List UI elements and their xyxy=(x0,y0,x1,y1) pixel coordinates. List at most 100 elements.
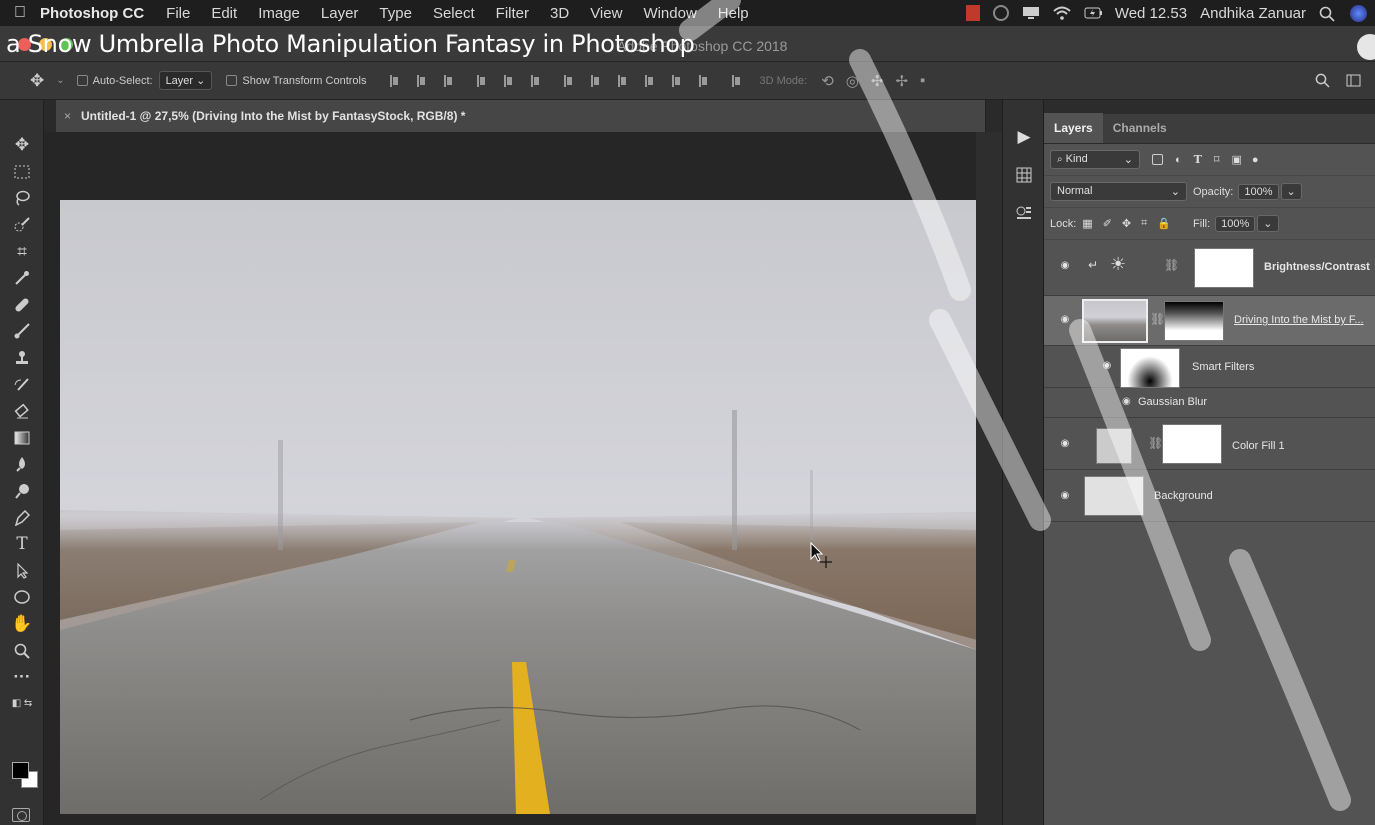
apple-menu-icon[interactable]:  xyxy=(0,4,40,22)
tab-channels[interactable]: Channels xyxy=(1103,121,1177,143)
layer-row-smart-filters[interactable]: ◉ Smart Filters xyxy=(1044,346,1375,388)
distribute-bottom-icon[interactable] xyxy=(616,74,627,88)
distribute-hcenter-icon[interactable] xyxy=(670,74,681,88)
lock-transparent-icon[interactable]: ▦ xyxy=(1082,217,1092,230)
visibility-eye-icon[interactable]: ◉ xyxy=(1122,396,1131,407)
blend-mode-dropdown[interactable]: Normal ⌄ xyxy=(1050,182,1187,201)
menu-file[interactable]: File xyxy=(166,5,190,22)
fill-field[interactable]: 100% xyxy=(1215,215,1256,232)
user-name[interactable]: Andhika Zanuar xyxy=(1200,5,1306,22)
menu-filter[interactable]: Filter xyxy=(496,5,529,22)
zoom-tool-icon[interactable] xyxy=(0,637,44,664)
opacity-slider-toggle[interactable]: ⌄ xyxy=(1280,183,1302,200)
lock-all-icon[interactable]: 🔒 xyxy=(1157,217,1171,230)
layer-name[interactable]: Color Fill 1 xyxy=(1232,440,1285,452)
quick-mask-icon[interactable] xyxy=(12,808,30,822)
marquee-tool-icon[interactable] xyxy=(0,159,44,186)
fill-slider-toggle[interactable]: ⌄ xyxy=(1257,215,1279,232)
grid-panel-icon[interactable] xyxy=(1003,156,1045,194)
document-canvas[interactable] xyxy=(60,200,977,814)
monitor-icon[interactable] xyxy=(1022,6,1040,20)
vertical-scrollbar[interactable] xyxy=(976,132,1002,825)
auto-select-dropdown[interactable]: Layer ⌄ xyxy=(158,71,213,90)
path-selection-tool-icon[interactable] xyxy=(0,558,44,585)
menu-3d[interactable]: 3D xyxy=(550,5,569,22)
mask-link-icon[interactable]: ⛓ xyxy=(1164,258,1179,272)
dodge-tool-icon[interactable] xyxy=(0,478,44,505)
layer-thumbnail[interactable] xyxy=(1082,299,1148,343)
quick-selection-tool-icon[interactable] xyxy=(0,212,44,239)
color-fill-thumbnail[interactable] xyxy=(1096,428,1132,464)
hand-tool-icon[interactable]: ✋ xyxy=(0,611,44,638)
layer-row-gaussian-blur[interactable]: ◉ Gaussian Blur xyxy=(1044,388,1375,418)
document-tab[interactable]: × Untitled-1 @ 27,5% (Driving Into the M… xyxy=(56,100,986,132)
filter-toggle-icon[interactable]: ● xyxy=(1252,154,1259,166)
align-bottom-icon[interactable] xyxy=(442,74,453,88)
wifi-icon[interactable] xyxy=(1053,6,1071,20)
pen-tool-icon[interactable] xyxy=(0,504,44,531)
tab-layers[interactable]: Layers xyxy=(1044,113,1103,143)
brush-tool-icon[interactable] xyxy=(0,318,44,345)
smart-filter-mask-thumbnail[interactable] xyxy=(1120,348,1180,388)
layer-name[interactable]: Brightness/Contrast xyxy=(1264,261,1370,273)
visibility-eye-icon[interactable]: ◉ xyxy=(1058,490,1072,501)
layer-name[interactable]: Gaussian Blur xyxy=(1138,396,1207,408)
align-top-icon[interactable] xyxy=(388,74,399,88)
visibility-eye-icon[interactable]: ◉ xyxy=(1100,360,1114,371)
show-transform-checkbox[interactable] xyxy=(226,75,238,86)
crop-tool-icon[interactable]: ⌗ xyxy=(0,238,44,265)
lasso-tool-icon[interactable] xyxy=(0,185,44,212)
layer-name[interactable]: Driving Into the Mist by F... xyxy=(1234,314,1364,326)
visibility-eye-icon[interactable]: ◉ xyxy=(1058,438,1072,449)
menu-help[interactable]: Help xyxy=(718,5,749,22)
more-tools-icon[interactable]: ··· xyxy=(0,664,44,691)
close-document-icon[interactable]: × xyxy=(64,109,71,123)
battery-icon[interactable] xyxy=(1084,6,1102,20)
menu-image[interactable]: Image xyxy=(258,5,300,22)
blur-tool-icon[interactable] xyxy=(0,451,44,478)
workspace-icon[interactable] xyxy=(1346,73,1361,91)
layer-row-color-fill[interactable]: ◉ ⛓ Color Fill 1 xyxy=(1044,418,1375,470)
auto-align-icon[interactable] xyxy=(730,74,741,88)
move-tool-preset-icon[interactable]: ✥ xyxy=(30,71,44,91)
layer-name[interactable]: Background xyxy=(1154,490,1213,502)
ellipse-tool-icon[interactable] xyxy=(0,584,44,611)
lock-position-icon[interactable]: ✥ xyxy=(1122,217,1131,230)
filter-kind-dropdown[interactable]: ⌕ Kind ⌄ xyxy=(1050,150,1140,169)
menu-view[interactable]: View xyxy=(590,5,622,22)
auto-select-checkbox[interactable] xyxy=(76,75,88,86)
healing-brush-tool-icon[interactable] xyxy=(0,292,44,319)
distribute-vcenter-icon[interactable] xyxy=(589,74,600,88)
layer-mask-thumbnail[interactable] xyxy=(1162,424,1222,464)
visibility-eye-icon[interactable]: ◉ xyxy=(1058,314,1072,325)
layer-row-brightness-contrast[interactable]: ◉ ↵ ☀ ⛓ Brightness/Contrast xyxy=(1044,240,1375,296)
foreground-color-swatch[interactable] xyxy=(12,762,29,779)
type-tool-icon[interactable]: T xyxy=(0,531,44,558)
gradient-tool-icon[interactable] xyxy=(0,425,44,452)
shape-filter-icon[interactable]: ⌑ xyxy=(1214,153,1220,166)
mask-link-icon[interactable]: ⛓ xyxy=(1150,312,1165,326)
layer-mask-thumbnail[interactable] xyxy=(1194,248,1254,288)
menu-edit[interactable]: Edit xyxy=(211,5,237,22)
default-colors-icon[interactable]: ◧ ⇆ xyxy=(0,690,44,717)
lock-artboard-icon[interactable]: ⌗ xyxy=(1141,217,1147,230)
history-brush-tool-icon[interactable] xyxy=(0,371,44,398)
distribute-top-icon[interactable] xyxy=(562,74,573,88)
eraser-tool-icon[interactable] xyxy=(0,398,44,425)
play-actions-icon[interactable]: ▶ xyxy=(1003,118,1045,156)
clone-stamp-tool-icon[interactable] xyxy=(0,345,44,372)
3d-pan-icon[interactable]: ✣ xyxy=(871,72,884,90)
type-filter-icon[interactable]: T xyxy=(1194,153,1202,166)
lock-image-icon[interactable]: ✐ xyxy=(1103,217,1112,230)
app-menu[interactable]: Photoshop CC xyxy=(40,5,144,22)
chevron-down-icon[interactable]: ⌄ xyxy=(56,75,64,86)
spotlight-search-icon[interactable] xyxy=(1319,6,1337,22)
clock[interactable]: Wed 12.53 xyxy=(1115,5,1187,22)
distribute-right-icon[interactable] xyxy=(697,74,708,88)
align-left-icon[interactable] xyxy=(475,74,486,88)
align-horizontal-center-icon[interactable] xyxy=(502,74,513,88)
3d-slide-icon[interactable]: ✢ xyxy=(895,72,908,90)
record-icon[interactable] xyxy=(965,5,980,21)
opacity-field[interactable]: 100% xyxy=(1238,183,1279,200)
move-tool-icon[interactable]: ✥ xyxy=(0,132,44,159)
